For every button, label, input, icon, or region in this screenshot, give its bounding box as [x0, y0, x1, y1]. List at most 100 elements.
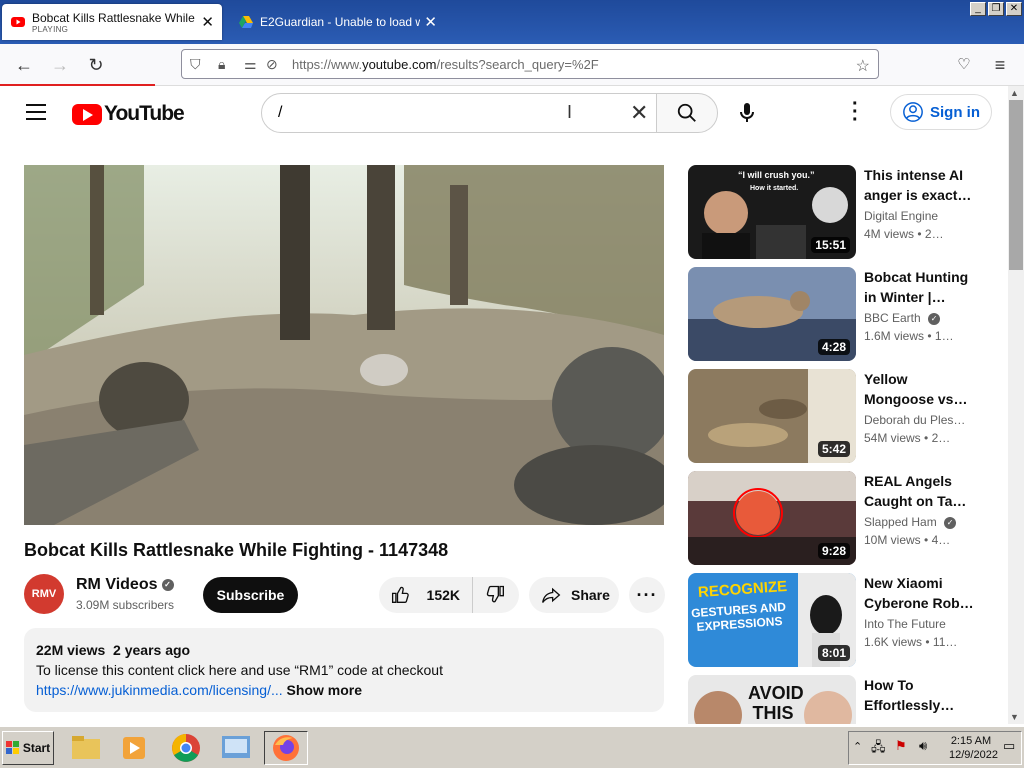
- scroll-down-icon[interactable]: ▼: [1010, 712, 1019, 722]
- tab-youtube[interactable]: Bobcat Kills Rattlesnake While Fighting …: [2, 4, 222, 40]
- duration-badge: 5:42: [817, 441, 850, 457]
- microphone-icon: [740, 103, 754, 122]
- taskbar: Start ⌃ 🖧︎ ⚑ 🔊︎ 2:15 AM 12/9/2022 ▭: [0, 726, 1024, 768]
- guide-menu-icon[interactable]: [26, 104, 46, 120]
- video-player[interactable]: [24, 165, 664, 525]
- voice-search-button[interactable]: [728, 94, 766, 132]
- video-thumbnail[interactable]: 9:28: [688, 471, 856, 565]
- tab-title: Bobcat Kills Rattlesnake While Fighting: [32, 10, 197, 25]
- search-box[interactable]: I ✕: [261, 93, 657, 133]
- description-box[interactable]: 22M views 2 years ago To license this co…: [24, 628, 664, 712]
- rec-title[interactable]: Yellow Mongoose vs…: [864, 369, 976, 409]
- permissions-icon[interactable]: ⚌: [244, 56, 257, 73]
- sign-in-button[interactable]: Sign in: [890, 94, 992, 130]
- rec-stats: 1.6M views • 1…: [864, 329, 954, 343]
- recommendation-item[interactable]: 4:28 Bobcat Hunting in Winter |… BBC Ear…: [688, 267, 998, 361]
- rec-channel[interactable]: Digital Engine: [864, 209, 938, 223]
- recommendation-item[interactable]: RECOGNIZE GESTURES AND EXPRESSIONS 8:01 …: [688, 573, 998, 667]
- navigation-toolbar: ← → ↻ ⛉ 🔒︎ ⚌ ⊘ https://www.youtube.com/r…: [0, 44, 1024, 86]
- search-button[interactable]: [656, 93, 718, 133]
- recommendation-item[interactable]: 9:28 REAL Angels Caught on Ta… Slapped H…: [688, 471, 998, 565]
- clear-search-icon[interactable]: ✕: [630, 100, 648, 126]
- channel-avatar[interactable]: RMV: [24, 574, 64, 614]
- back-arrow-icon[interactable]: ←: [10, 52, 38, 78]
- video-thumbnail[interactable]: 4:28: [688, 267, 856, 361]
- dislike-button[interactable]: [473, 584, 517, 607]
- close-tab-icon[interactable]: ✕: [424, 13, 437, 31]
- video-thumbnail[interactable]: “I will crush you.” How it started. 15:5…: [688, 165, 856, 259]
- forward-arrow-icon[interactable]: →: [46, 52, 74, 78]
- url-bar[interactable]: ⛉ 🔒︎ ⚌ ⊘ https://www.youtube.com/results…: [181, 49, 879, 79]
- show-desktop-icon[interactable]: ▭: [1003, 738, 1015, 754]
- close-window-icon[interactable]: ✕: [1006, 2, 1022, 16]
- search-icon: [677, 103, 696, 122]
- video-thumbnail[interactable]: RECOGNIZE GESTURES AND EXPRESSIONS 8:01: [688, 573, 856, 667]
- rec-stats: 10M views • 4…: [864, 533, 951, 547]
- drive-favicon-icon: [239, 16, 253, 28]
- file-explorer-icon[interactable]: [68, 731, 104, 765]
- firefox-icon[interactable]: [264, 731, 308, 765]
- control-panel-icon[interactable]: [218, 731, 254, 765]
- youtube-logo[interactable]: YouTube: [72, 102, 185, 126]
- start-button[interactable]: Start: [2, 731, 54, 765]
- window-controls: _ ❐ ✕: [970, 2, 1022, 16]
- rec-stats: 1.6K views • 11…: [864, 635, 958, 649]
- volume-icon[interactable]: 🔊︎: [919, 738, 927, 754]
- duration-badge: 8:01: [817, 645, 850, 661]
- recommendation-item[interactable]: AVOID THIS How To Effortlessly…: [688, 675, 998, 724]
- autoplay-blocked-icon[interactable]: ⊘: [266, 56, 278, 73]
- tab-e2guardian[interactable]: E2Guardian - Unable to load website ✕: [230, 4, 445, 40]
- hamburger-menu-icon[interactable]: ≡: [986, 52, 1014, 78]
- video-thumbnail[interactable]: 5:42: [688, 369, 856, 463]
- network-icon[interactable]: 🖧︎: [871, 738, 886, 760]
- text-cursor-icon: I: [567, 102, 573, 122]
- scroll-up-icon[interactable]: ▲: [1010, 88, 1019, 98]
- thumb-caption: “I will crush you.”: [738, 170, 815, 180]
- close-tab-icon[interactable]: ✕: [201, 13, 214, 31]
- thumbs-down-icon: [486, 585, 504, 602]
- restore-icon[interactable]: ❐: [988, 2, 1004, 16]
- bookmark-star-icon[interactable]: ☆: [856, 56, 870, 76]
- share-button[interactable]: Share: [529, 577, 619, 613]
- rec-channel[interactable]: Into The Future: [864, 617, 946, 631]
- recommendation-item[interactable]: “I will crush you.” How it started. 15:5…: [688, 165, 998, 259]
- settings-more-icon[interactable]: · · ·: [852, 94, 859, 130]
- channel-row: RMV RM Videos ✓ 3.09M subscribers Subscri…: [24, 574, 665, 618]
- description-text: To license this content click here and u…: [36, 662, 443, 678]
- pocket-icon[interactable]: ♡: [950, 52, 978, 78]
- reload-icon[interactable]: ↻: [82, 52, 110, 78]
- clock[interactable]: 2:15 AM 12/9/2022: [949, 734, 998, 762]
- shield-icon[interactable]: ⛉: [190, 56, 201, 73]
- show-hidden-icons-icon[interactable]: ⌃: [853, 740, 862, 753]
- media-player-icon[interactable]: [116, 731, 152, 765]
- like-button[interactable]: 152K: [379, 577, 473, 613]
- verified-check-icon: ✓: [928, 312, 941, 325]
- licensing-link[interactable]: https://www.jukinmedia.com/licensing/...: [36, 682, 283, 698]
- minimize-icon[interactable]: _: [970, 2, 986, 16]
- scrollbar-thumb[interactable]: [1009, 100, 1023, 270]
- channel-name[interactable]: RM Videos ✓: [76, 576, 174, 594]
- search-input[interactable]: [278, 104, 558, 122]
- show-more-button[interactable]: Show more: [287, 682, 362, 698]
- rec-title[interactable]: Bobcat Hunting in Winter |…: [864, 267, 976, 307]
- lock-icon[interactable]: 🔒︎: [218, 56, 225, 73]
- tab-strip: Bobcat Kills Rattlesnake While Fighting …: [0, 0, 1024, 44]
- rec-channel[interactable]: Slapped Ham ✓: [864, 515, 957, 529]
- video-frame: [24, 165, 664, 525]
- rec-title[interactable]: This intense AI anger is exact…: [864, 165, 976, 205]
- rec-title[interactable]: How To Effortlessly…: [864, 675, 976, 715]
- account-icon: [903, 102, 923, 122]
- video-title: Bobcat Kills Rattlesnake While Fighting …: [24, 540, 449, 560]
- video-thumbnail[interactable]: AVOID THIS: [688, 675, 856, 724]
- more-actions-icon[interactable]: ···: [629, 577, 665, 613]
- url-text[interactable]: https://www.youtube.com/results?search_q…: [292, 57, 599, 72]
- recommendation-item[interactable]: 5:42 Yellow Mongoose vs… Deborah du Ples…: [688, 369, 998, 463]
- rec-channel[interactable]: Deborah du Ples…: [864, 413, 965, 427]
- subscribe-button[interactable]: Subscribe: [203, 577, 298, 613]
- chrome-icon[interactable]: [168, 731, 204, 765]
- rec-title[interactable]: REAL Angels Caught on Ta…: [864, 471, 976, 511]
- thumbs-up-icon: [391, 586, 409, 603]
- rec-title[interactable]: New Xiaomi Cyberone Rob…: [864, 573, 976, 613]
- rec-channel[interactable]: BBC Earth ✓: [864, 311, 941, 325]
- action-center-icon[interactable]: ⚑: [895, 738, 907, 754]
